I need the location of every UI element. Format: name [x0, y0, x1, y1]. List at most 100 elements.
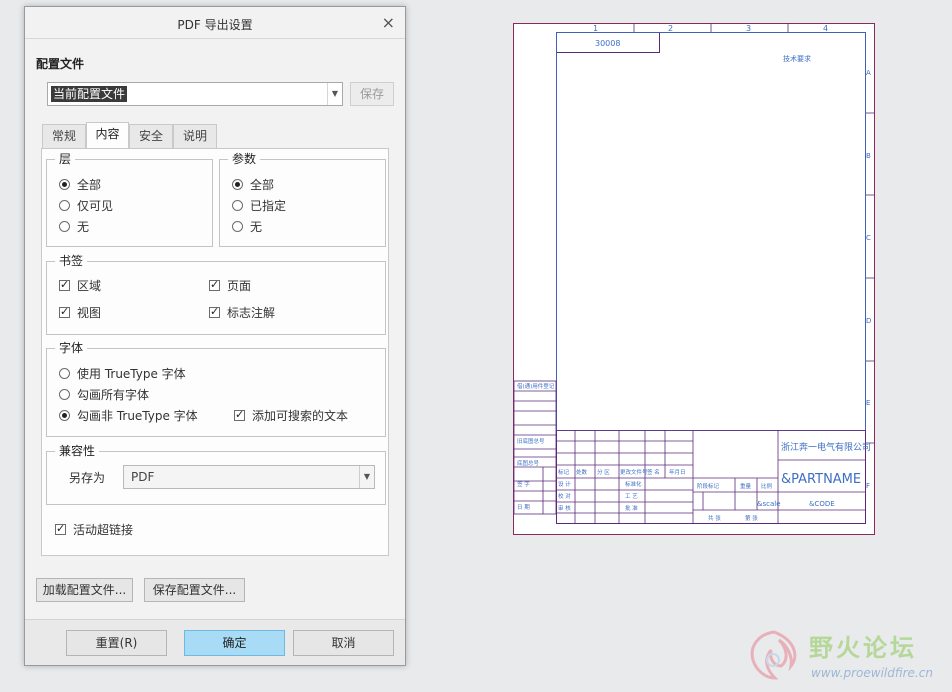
option-label: 使用 TrueType 字体	[77, 367, 186, 381]
config-file-value[interactable]: 当前配置文件	[51, 86, 128, 102]
ok-button[interactable]: 确定	[184, 630, 285, 656]
params-option-none[interactable]: 无	[232, 219, 262, 235]
option-label: 已指定	[250, 199, 287, 213]
watermark-title: 野火论坛	[809, 634, 917, 662]
tb-label: 设 计	[558, 480, 571, 488]
checkbox-checked-icon[interactable]	[59, 278, 70, 292]
tab-security[interactable]: 安全	[129, 124, 173, 148]
checkbox-checked-icon[interactable]	[55, 522, 66, 536]
dialog-titlebar[interactable]: PDF 导出设置 ×	[25, 7, 405, 39]
fonts-option-stroke-all[interactable]: 勾画所有字体	[59, 387, 149, 403]
tb-label: 更改文件号	[620, 468, 648, 476]
cancel-button[interactable]: 取消	[293, 630, 394, 656]
bookmarks-group-label: 书签	[55, 253, 88, 269]
drawing-number: 30008	[595, 39, 620, 48]
fonts-group-label: 字体	[55, 340, 88, 356]
save-as-value: PDF	[131, 470, 155, 484]
checkbox-checked-icon[interactable]	[234, 408, 245, 422]
params-option-all[interactable]: 全部	[232, 177, 274, 193]
option-label: 添加可搜索的文本	[252, 409, 349, 423]
fonts-group: 字体 使用 TrueType 字体 勾画所有字体 勾画非 TrueType 字体…	[46, 340, 386, 437]
radio-selected-icon[interactable]	[232, 179, 243, 190]
bookmark-pages-checkbox[interactable]: 页面	[209, 278, 251, 294]
tb-label: 阶段标记	[697, 482, 720, 490]
bookmark-annotations-checkbox[interactable]: 标志注解	[209, 305, 275, 321]
zone-number: 2	[668, 24, 673, 33]
checkbox-checked-icon[interactable]	[59, 305, 70, 319]
checkbox-checked-icon[interactable]	[209, 278, 220, 292]
bookmark-views-checkbox[interactable]: 视图	[59, 305, 101, 321]
tb-label: 比例	[761, 482, 773, 490]
chevron-down-icon[interactable]: ▼	[327, 83, 342, 105]
radio-icon[interactable]	[232, 200, 243, 211]
option-label: 视图	[77, 306, 102, 320]
zone-letter: A	[866, 69, 871, 77]
checkbox-checked-icon[interactable]	[209, 305, 220, 319]
tab-description[interactable]: 说明	[173, 124, 217, 148]
config-file-combo[interactable]: 当前配置文件 ▼	[47, 82, 343, 106]
radio-icon[interactable]	[232, 221, 243, 232]
tb-label: 审 核	[558, 504, 571, 512]
fonts-option-stroke-non-truetype[interactable]: 勾画非 TrueType 字体	[59, 408, 198, 424]
strip-label: 签 字	[517, 480, 530, 488]
radio-selected-icon[interactable]	[59, 410, 70, 421]
tb-label: 标记	[558, 468, 570, 476]
reset-button[interactable]: 重置(R)	[66, 630, 167, 656]
bookmark-zones-checkbox[interactable]: 区域	[59, 278, 101, 294]
layers-option-none[interactable]: 无	[59, 219, 89, 235]
tb-label: 批 准	[625, 504, 638, 512]
config-section-label: 配置文件	[36, 57, 85, 71]
strip-label: 底图总号	[517, 459, 540, 467]
radio-icon[interactable]	[59, 200, 70, 211]
radio-selected-icon[interactable]	[59, 179, 70, 190]
option-label: 无	[250, 220, 263, 234]
save-as-label: 另存为	[69, 471, 106, 485]
layers-option-visible[interactable]: 仅可见	[59, 198, 113, 214]
watermark-url: www.proewildfire.cn	[811, 666, 933, 680]
zone-letter: E	[866, 399, 870, 407]
save-as-select[interactable]: PDF ▼	[123, 465, 375, 489]
scale-label: &scale	[757, 500, 781, 508]
save-config-file-button[interactable]: 保存配置文件...	[144, 578, 245, 602]
option-label: 仅可见	[77, 199, 114, 213]
radio-icon[interactable]	[59, 389, 70, 400]
option-label: 勾画所有字体	[77, 388, 150, 402]
dialog-footer: 重置(R) 确定 取消	[25, 619, 405, 665]
tb-label: 年月日	[669, 468, 686, 476]
option-label: 活动超链接	[73, 523, 134, 537]
tab-general[interactable]: 常规	[42, 124, 86, 148]
radio-icon[interactable]	[59, 221, 70, 232]
flame-logo-icon	[750, 630, 797, 680]
dialog-title: PDF 导出设置	[177, 18, 253, 32]
radio-icon[interactable]	[59, 368, 70, 379]
close-icon[interactable]: ×	[382, 13, 395, 33]
option-label: 无	[77, 220, 90, 234]
params-group-label: 参数	[228, 151, 261, 167]
load-config-button[interactable]: 加载配置文件...	[36, 578, 133, 602]
option-label: 全部	[250, 178, 275, 192]
option-label: 全部	[77, 178, 102, 192]
tb-label: 第 张	[745, 514, 758, 522]
params-group: 参数 全部 已指定 无	[219, 151, 386, 247]
option-label: 勾画非 TrueType 字体	[77, 409, 198, 423]
layers-option-all[interactable]: 全部	[59, 177, 101, 193]
active-hyperlinks-checkbox[interactable]: 活动超链接	[55, 522, 133, 538]
layers-group: 层 全部 仅可见 无	[46, 151, 213, 247]
bookmarks-group: 书签 区域 页面 视图 标志注解	[46, 253, 386, 335]
tb-label: 标准化	[625, 480, 642, 488]
drawing-outer-frame	[513, 23, 875, 535]
save-config-button[interactable]: 保存	[350, 82, 394, 106]
layers-group-label: 层	[55, 151, 76, 167]
tb-label: 处数	[576, 468, 588, 476]
zone-letter: F	[866, 482, 870, 490]
fonts-option-truetype[interactable]: 使用 TrueType 字体	[59, 366, 186, 382]
tb-label: 共 张	[708, 514, 721, 522]
tab-content[interactable]: 内容	[86, 122, 129, 149]
searchable-text-checkbox[interactable]: 添加可搜索的文本	[234, 408, 348, 424]
content-tab-panel: 层 全部 仅可见 无 参数 全部 已指定 无 书签 区域 页面 视图 标志注解 …	[41, 148, 389, 556]
zone-number: 4	[823, 24, 828, 33]
strip-label: 借(通)用件登记	[517, 382, 555, 390]
compat-group: 兼容性 另存为 PDF ▼	[46, 443, 386, 505]
chevron-down-icon[interactable]: ▼	[359, 466, 374, 488]
params-option-specified[interactable]: 已指定	[232, 198, 286, 214]
